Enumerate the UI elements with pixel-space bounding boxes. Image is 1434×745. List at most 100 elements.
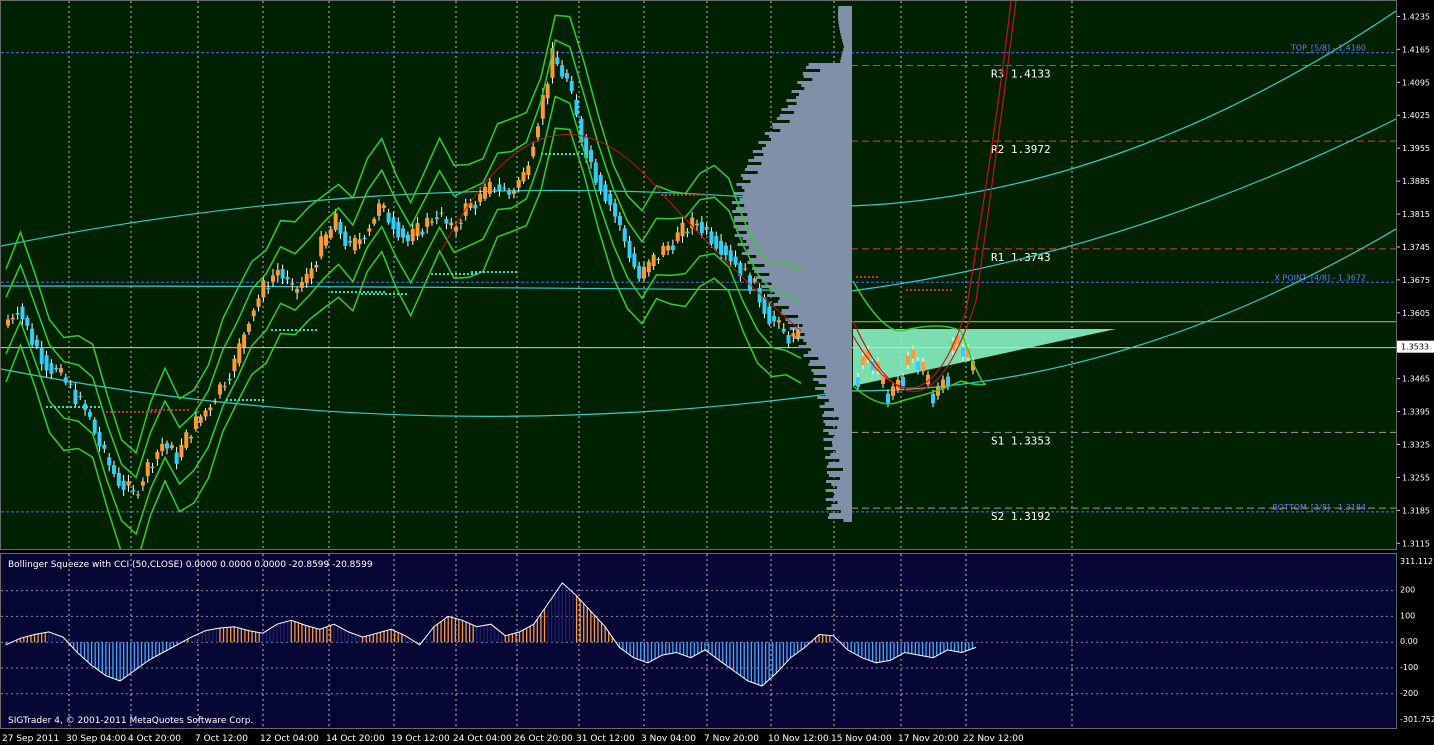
signal-dot [363, 291, 365, 293]
price-tick-label: 1.3465 [1402, 375, 1430, 384]
signal-dot [375, 291, 377, 293]
indicator-panel[interactable]: Bollinger Squeeze with CCI (50,CLOSE) 0.… [0, 553, 1397, 729]
candle-body [372, 218, 377, 224]
indicator-tick-label: -200 [1400, 689, 1418, 698]
volume-profile-bar [824, 447, 852, 450]
volume-profile-bar [733, 216, 852, 219]
signal-dot [383, 291, 385, 293]
candle-body [492, 189, 497, 191]
candle-body [449, 222, 454, 226]
candle-body [752, 278, 757, 282]
candle-body [439, 212, 444, 214]
volume-profile-bar [803, 339, 852, 342]
volume-profile-bar [772, 123, 852, 126]
candle-body [781, 328, 786, 332]
volume-profile-bar [843, 45, 852, 48]
candle-body [574, 99, 579, 116]
volume-profile-bar [744, 168, 852, 171]
candle-body [791, 333, 796, 337]
signal-dot [351, 291, 353, 293]
volume-profile-bar [840, 33, 852, 36]
signal-dot [856, 276, 858, 278]
volume-profile-bar [842, 51, 852, 54]
volume-profile-bar [772, 126, 852, 129]
candle-body [555, 57, 560, 64]
price-tick-label: 1.4095 [1402, 78, 1430, 87]
candle-body [405, 234, 410, 242]
signal-dot [78, 406, 80, 408]
candle-body [723, 245, 728, 256]
volume-profile-bar [826, 480, 852, 483]
volume-profile-bar [820, 69, 852, 72]
candle-body [232, 358, 237, 372]
candle-body [49, 363, 54, 374]
candle-body [709, 231, 714, 244]
candle-body [352, 237, 357, 251]
pivot-level-label: S1 1.3353 [991, 434, 1051, 447]
price-panel[interactable]: TOP_[5/8] - 1.4160 X POINT_[4/8] - 1.3672… [0, 0, 1397, 568]
signal-dot [685, 194, 687, 196]
signal-dot [946, 289, 948, 291]
volume-profile-bar [740, 174, 852, 177]
signal-dot [573, 153, 575, 155]
volume-profile-bar [773, 303, 852, 306]
time-axis-label: 10 Nov 12:00 [768, 734, 829, 744]
signal-dot [918, 289, 920, 291]
volume-profile-bar [768, 135, 852, 138]
price-tick-label: 1.4025 [1402, 111, 1430, 120]
time-axis-label: 27 Sep 2011 [2, 734, 59, 744]
signal-dot [868, 276, 870, 278]
signal-dot [242, 399, 244, 401]
candle-body [420, 231, 425, 235]
cyan-arc [0, 118, 1397, 292]
signal-dot [922, 289, 924, 291]
signal-dot [401, 293, 403, 295]
signal-dot [299, 329, 301, 331]
volume-profile-bar [818, 381, 852, 384]
volume-profile-bar [826, 375, 852, 378]
price-tick-label: 1.3745 [1402, 243, 1430, 252]
volume-profile-bar [803, 354, 852, 357]
volume-profile-bar [758, 141, 852, 144]
signal-dot [271, 329, 273, 331]
volume-profile-bar [747, 213, 852, 216]
price-chart[interactable]: TOP_[5/8] - 1.4160 X POINT_[4/8] - 1.3672… [0, 0, 1397, 568]
signal-dot [70, 406, 72, 408]
candle-body [59, 368, 63, 373]
signal-dot [872, 276, 874, 278]
candle-body [107, 457, 112, 466]
candle-body [521, 172, 526, 182]
candle-body [642, 266, 646, 279]
volume-profile-bar [828, 432, 852, 435]
signal-dot [491, 271, 493, 273]
candle-body [338, 222, 343, 234]
volume-profile-bar [791, 90, 852, 93]
signal-dot [295, 329, 297, 331]
price-tick-label: 1.3255 [1402, 473, 1430, 482]
candle-body [458, 222, 463, 224]
volume-profile-bar [734, 234, 852, 237]
candle-body [227, 378, 232, 381]
candle-body [222, 386, 227, 388]
candle-body [189, 436, 194, 439]
volume-profile-bar [735, 207, 852, 210]
signal-dot [62, 406, 64, 408]
signal-dot [126, 411, 128, 413]
cci-chart[interactable]: Bollinger Squeeze with CCI (50,CLOSE) 0.… [1, 554, 1396, 728]
candle-body [203, 410, 208, 417]
candle-body [174, 452, 179, 464]
volume-profile-bar [796, 102, 852, 105]
signal-dot [279, 329, 281, 331]
candle-body [333, 213, 338, 230]
signal-dot [393, 293, 395, 295]
signal-dot [926, 289, 928, 291]
signal-dot [681, 194, 683, 196]
volume-profile-bar [796, 96, 852, 99]
candle-body [44, 355, 49, 371]
signal-dot [479, 271, 481, 273]
candle-body [434, 217, 439, 220]
candle-body [73, 389, 78, 405]
signal-dot [150, 411, 152, 413]
signal-dot [475, 273, 477, 275]
volume-profile-bar [828, 462, 852, 465]
